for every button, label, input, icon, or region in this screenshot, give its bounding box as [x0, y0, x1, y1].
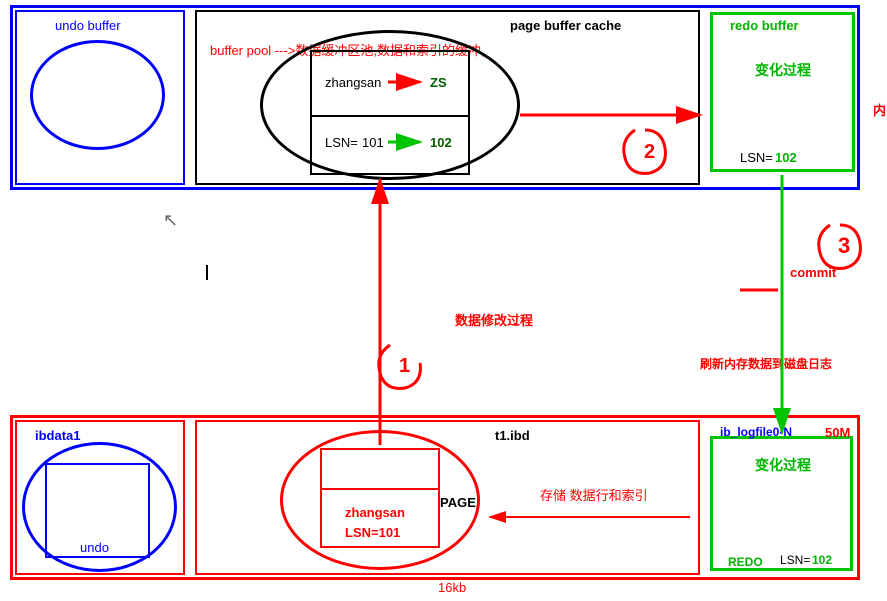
- svg-text:3: 3: [838, 233, 850, 258]
- svg-text:1: 1: [399, 355, 410, 377]
- lsn-102: 102: [430, 135, 452, 150]
- change-lower: 变化过程: [755, 455, 811, 475]
- ibdata1-label: ibdata1: [35, 428, 81, 443]
- page-buffer-cache-label: page buffer cache: [510, 18, 621, 33]
- size-50m: 50M: [825, 425, 850, 440]
- zhangsan-label: zhangsan: [325, 75, 381, 90]
- page-divider-lower: [320, 488, 440, 490]
- redo-lsn-val: 102: [775, 150, 797, 165]
- cursor-icon: ↖: [163, 210, 178, 231]
- memory-side-label: 内: [873, 100, 886, 119]
- undo-ellipse: [30, 40, 165, 150]
- redo-change-label: 变化过程: [755, 60, 811, 80]
- zs-label: ZS: [430, 75, 447, 90]
- page-rect: [310, 50, 470, 175]
- lsn-label-lower: LSN=: [780, 553, 810, 567]
- undo-buffer-label: undo buffer: [55, 18, 121, 33]
- commit-label: commit: [790, 265, 836, 280]
- lsn-101: 101: [362, 135, 384, 150]
- page-label: PAGE: [440, 495, 476, 510]
- ib-logfile-label: ib_logfile0-N: [720, 425, 792, 439]
- lsn-101-lower: LSN=101: [345, 525, 400, 540]
- redo-lsn-label: LSN=: [740, 150, 773, 165]
- lsn-label-1: LSN=: [325, 135, 358, 150]
- redo-buffer-box: [710, 12, 855, 172]
- redo-label: REDO: [728, 555, 763, 569]
- zhangsan-lower: zhangsan: [345, 505, 405, 520]
- flush-desc: 刷新内存数据到磁盘日志: [700, 355, 832, 372]
- size-16kb: 16kb: [438, 580, 466, 595]
- t1-ibd-label: t1.ibd: [495, 428, 530, 443]
- process-title: 数据修改过程: [455, 310, 533, 329]
- storage-desc: 存储 数据行和索引: [540, 485, 648, 504]
- undo-label: undo: [80, 540, 109, 555]
- page-divider: [310, 115, 470, 117]
- lsn-val-lower: 102: [812, 553, 832, 567]
- redo-buffer-label: redo buffer: [730, 18, 799, 33]
